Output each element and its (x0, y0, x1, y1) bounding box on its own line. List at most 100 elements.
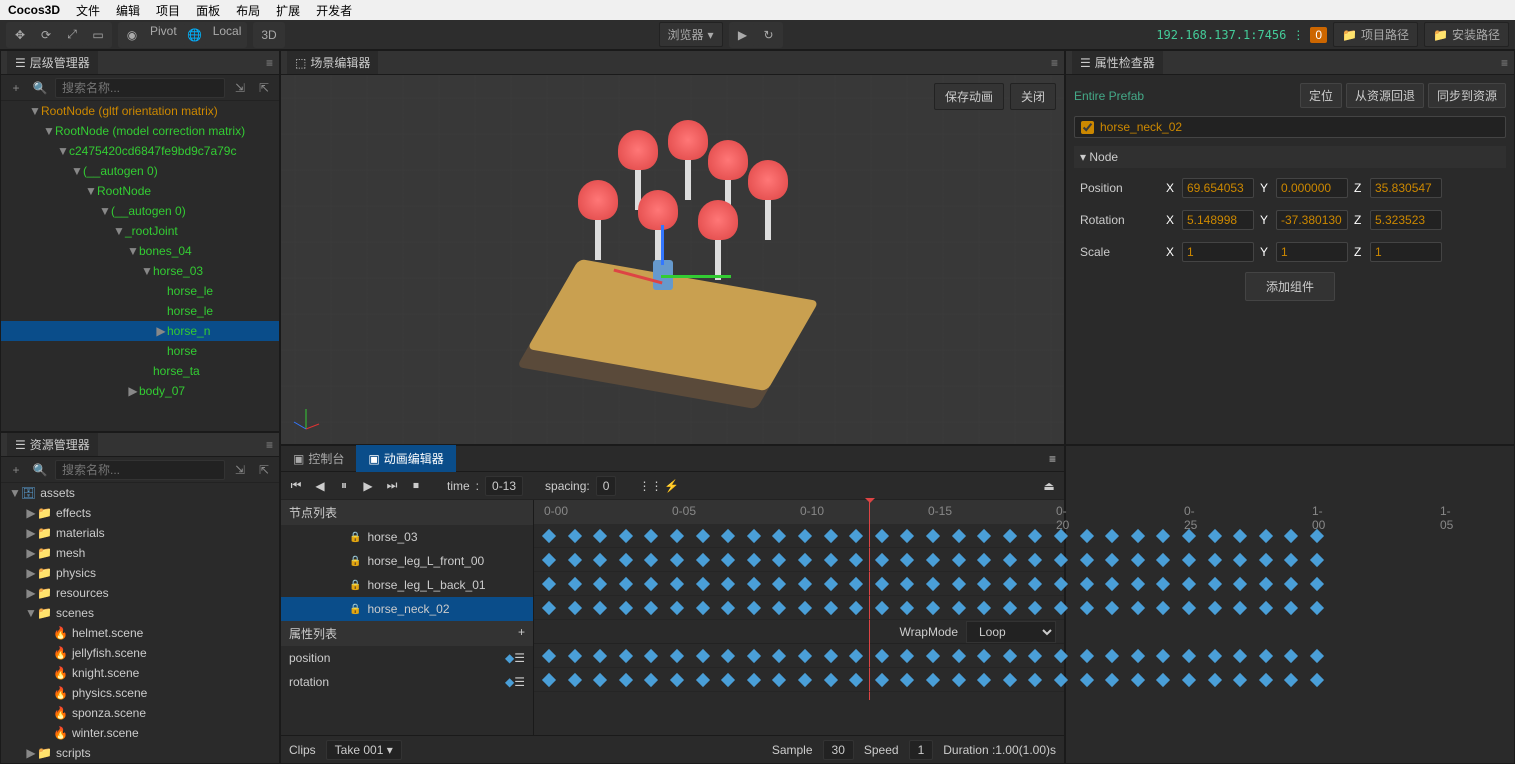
keyframe[interactable] (849, 673, 863, 687)
keyframe[interactable] (619, 673, 633, 687)
keyframe[interactable] (644, 601, 658, 615)
asset-item[interactable]: 🔥sponza.scene (1, 703, 279, 723)
keyframe[interactable] (952, 673, 966, 687)
keyframe[interactable] (824, 649, 838, 663)
keyframe[interactable] (619, 649, 633, 663)
inspector-tab[interactable]: ☰ 属性检查器 (1072, 51, 1163, 74)
position-y-input[interactable] (1276, 178, 1348, 198)
local-icon[interactable]: 🌐 (183, 24, 207, 46)
keyframe[interactable] (696, 553, 710, 567)
keyframe[interactable] (1003, 649, 1017, 663)
keyframe[interactable] (900, 649, 914, 663)
keyframe[interactable] (977, 577, 991, 591)
expand-icon[interactable]: ⇲ (231, 463, 249, 477)
keyframe[interactable] (875, 673, 889, 687)
scale-y-input[interactable] (1276, 242, 1348, 262)
panel-menu-icon[interactable]: ≡ (266, 438, 273, 452)
asset-item[interactable]: ▶📁scripts (1, 743, 279, 763)
asset-item[interactable]: 🔥knight.scene (1, 663, 279, 683)
move-tool-button[interactable]: ✥ (8, 24, 32, 46)
hierarchy-item[interactable]: horse_le (1, 281, 279, 301)
stop-button[interactable]: ⏹ (407, 478, 425, 493)
timeline-track[interactable] (534, 572, 1064, 596)
prev-frame-button[interactable]: ◀ (311, 479, 329, 493)
keyframe[interactable] (798, 553, 812, 567)
keyframe[interactable] (542, 601, 556, 615)
play-button[interactable]: ▶ (731, 24, 755, 46)
keyframe[interactable] (542, 529, 556, 543)
asset-item[interactable]: ▶📁resources (1, 583, 279, 603)
keyframe[interactable] (1028, 529, 1042, 543)
anim-node-row[interactable]: 🔒horse_03 (281, 525, 533, 549)
keyframe[interactable] (849, 577, 863, 591)
close-button[interactable]: 关闭 (1010, 83, 1056, 110)
panel-menu-icon[interactable]: ≡ (266, 56, 273, 70)
keyframe[interactable] (644, 649, 658, 663)
asset-item[interactable]: ▶📁effects (1, 503, 279, 523)
keyframe[interactable] (977, 673, 991, 687)
keyframe[interactable] (644, 529, 658, 543)
rotation-x-input[interactable] (1182, 210, 1254, 230)
collapse-icon[interactable]: ⇱ (255, 81, 273, 95)
keyframe[interactable] (670, 649, 684, 663)
hierarchy-item[interactable]: ▼c2475420cd6847fe9bd9c7a79c (1, 141, 279, 161)
menu-layout[interactable]: 布局 (236, 2, 260, 19)
expand-icon[interactable]: ⇲ (231, 81, 249, 95)
keyframe[interactable] (747, 529, 761, 543)
sync-button[interactable]: 同步到资源 (1428, 83, 1506, 108)
keyframe[interactable] (670, 601, 684, 615)
keyframe[interactable] (849, 601, 863, 615)
keyframe[interactable] (900, 577, 914, 591)
keyframe[interactable] (593, 577, 607, 591)
3d-toggle[interactable]: 3D (255, 24, 282, 46)
hierarchy-item[interactable]: ▼horse_03 (1, 261, 279, 281)
keyframe[interactable] (926, 649, 940, 663)
hierarchy-item[interactable]: ▶horse_n (1, 321, 279, 341)
position-z-input[interactable] (1370, 178, 1442, 198)
hierarchy-item[interactable]: ▼(__autogen 0) (1, 201, 279, 221)
revert-button[interactable]: 从资源回退 (1346, 83, 1424, 108)
sample-field[interactable]: 30 (823, 740, 854, 760)
search-icon[interactable]: 🔍 (31, 463, 49, 477)
keyframe[interactable] (619, 577, 633, 591)
keyframe[interactable] (1028, 673, 1042, 687)
keyframe[interactable] (875, 649, 889, 663)
keyframe[interactable] (926, 577, 940, 591)
keyframe[interactable] (619, 553, 633, 567)
keyframe[interactable] (747, 601, 761, 615)
timeline-ruler[interactable]: 0-000-050-100-150-200-251-001-05 (534, 500, 1064, 524)
menu-extension[interactable]: 扩展 (276, 2, 300, 19)
menu-file[interactable]: 文件 (76, 2, 100, 19)
node-name-field[interactable]: horse_neck_02 (1100, 120, 1182, 134)
keyframe[interactable] (798, 529, 812, 543)
locate-button[interactable]: 定位 (1300, 83, 1342, 108)
keyframe[interactable] (747, 553, 761, 567)
keyframe[interactable] (568, 577, 582, 591)
spacing-field[interactable]: 0 (596, 476, 617, 496)
keyframe[interactable] (977, 553, 991, 567)
keyframe[interactable] (593, 649, 607, 663)
keyframe[interactable] (977, 601, 991, 615)
wrapmode-select[interactable]: Loop (966, 621, 1056, 643)
keyframe[interactable] (644, 673, 658, 687)
keyframe[interactable] (926, 601, 940, 615)
keyframe[interactable] (875, 577, 889, 591)
scene-viewport[interactable]: 保存动画 关闭 (281, 75, 1064, 444)
install-path-button[interactable]: 📁 安装路径 (1424, 22, 1509, 47)
pivot-icon[interactable]: ◉ (120, 24, 144, 46)
keyframe[interactable] (593, 673, 607, 687)
rect-tool-button[interactable]: ▭ (86, 24, 110, 46)
keyframe[interactable] (542, 577, 556, 591)
rotation-y-input[interactable] (1276, 210, 1348, 230)
keyframe[interactable] (619, 529, 633, 543)
keyframe[interactable] (900, 553, 914, 567)
keyframe[interactable] (670, 673, 684, 687)
asset-item[interactable]: ▼📁scenes (1, 603, 279, 623)
scale-z-input[interactable] (1370, 242, 1442, 262)
keyframe[interactable] (568, 601, 582, 615)
keyframe[interactable] (696, 577, 710, 591)
event-icon[interactable]: ⚡ (662, 479, 680, 493)
keyframe[interactable] (721, 577, 735, 591)
scene-tab[interactable]: ⬚ 场景编辑器 (287, 51, 378, 74)
keyframe[interactable] (696, 673, 710, 687)
